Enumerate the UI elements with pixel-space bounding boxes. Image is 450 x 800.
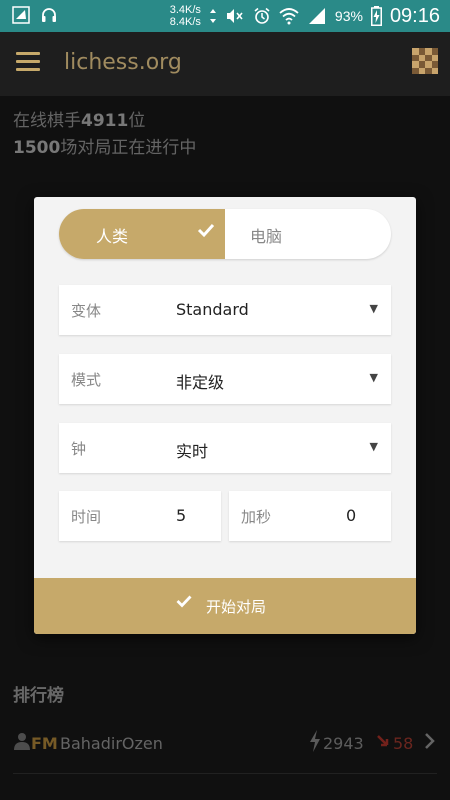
variant-label: 变体 (71, 302, 102, 320)
increment-field[interactable]: 加秒 0 (229, 491, 391, 541)
mode-select[interactable]: 模式 非定级 ▼ (59, 354, 391, 404)
opponent-human-label: 人类 (96, 227, 129, 246)
hamburger-menu-icon[interactable] (16, 52, 40, 72)
increment-label: 加秒 (241, 508, 272, 526)
battery-charging-icon (370, 6, 382, 26)
opponent-human-tab[interactable]: 人类 (59, 209, 225, 259)
app-title: lichess.org (64, 50, 182, 75)
chessboard-icon[interactable] (412, 48, 438, 74)
headset-icon (42, 8, 56, 22)
start-game-label: 开始对局 (206, 598, 267, 616)
dropdown-arrow-icon: ▼ (369, 440, 378, 453)
opponent-toggle: 人类 电脑 (59, 209, 391, 259)
notification-app-icon (12, 6, 30, 24)
time-field[interactable]: 时间 5 (59, 491, 221, 541)
status-bar-left (12, 6, 58, 24)
dropdown-arrow-icon: ▼ (369, 302, 378, 315)
increment-value: 0 (346, 506, 357, 525)
check-icon (176, 595, 192, 608)
clock-select[interactable]: 钟 实时 ▼ (59, 423, 391, 473)
wifi-icon (279, 8, 299, 25)
variant-select[interactable]: 变体 Standard ▼ (59, 285, 391, 335)
dropdown-arrow-icon: ▼ (369, 371, 378, 384)
app-bar: lichess.org (0, 32, 450, 96)
data-arrows-icon (209, 9, 216, 23)
check-icon (197, 223, 215, 238)
opponent-computer-tab[interactable]: 电脑 (225, 209, 391, 259)
download-speed: 8.4K/s (169, 16, 201, 28)
alarm-icon (254, 7, 270, 24)
mute-icon (226, 9, 243, 23)
mode-label: 模式 (71, 371, 102, 389)
status-bar-right: 3.4K/s 8.4K/s 93% 09:16 (170, 0, 440, 32)
time-value: 5 (176, 506, 187, 525)
clock-label: 钟 (71, 440, 87, 458)
clock-value: 实时 (176, 442, 209, 461)
create-game-dialog: 人类 电脑 变体 Standard ▼ 模式 非定级 ▼ 钟 实时 ▼ 时间 5… (34, 197, 416, 634)
mode-value: 非定级 (176, 373, 225, 392)
battery-percent: 93% (334, 8, 363, 24)
start-game-button[interactable]: 开始对局 (34, 578, 416, 634)
network-speed: 3.4K/s 8.4K/s (170, 4, 201, 28)
time-label: 时间 (71, 508, 102, 526)
signal-icon (308, 8, 325, 24)
variant-value: Standard (176, 300, 249, 319)
status-bar: 3.4K/s 8.4K/s 93% 09:16 (0, 0, 450, 32)
opponent-computer-label: 电脑 (250, 227, 283, 246)
upload-speed: 3.4K/s (169, 4, 201, 16)
clock-time: 09:16 (389, 4, 440, 27)
